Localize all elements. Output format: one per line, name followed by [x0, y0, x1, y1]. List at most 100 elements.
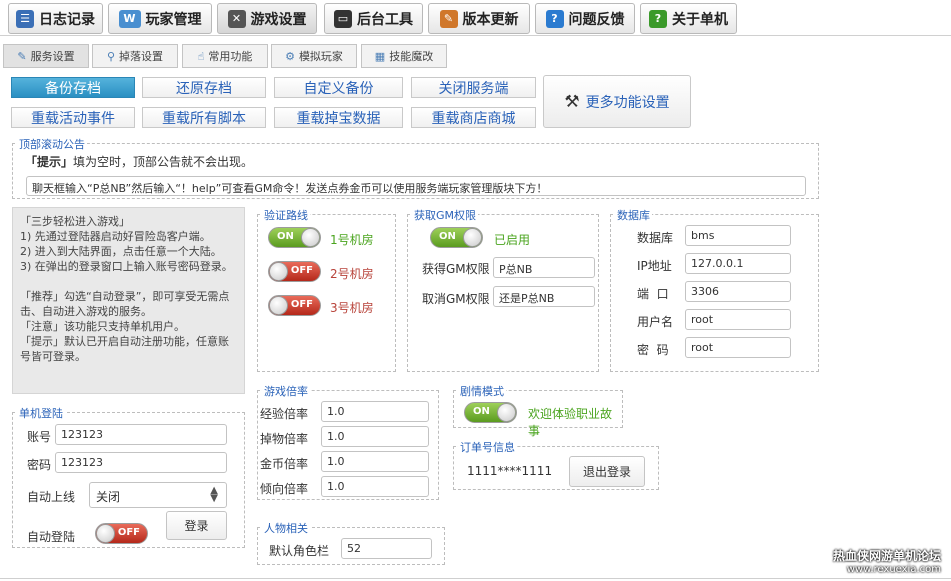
password-input[interactable]: 123123 [55, 452, 227, 473]
player-card-icon: W [118, 9, 141, 28]
login-button[interactable]: 登录 [166, 511, 227, 540]
tools-icon: ⚒ [564, 91, 580, 112]
announcement-hint: 「提示」填为空时，顶部公告就不会出现。 [25, 153, 253, 170]
auto-online-select[interactable]: 关闭 ▲ ▼ [89, 482, 227, 508]
account-label: 账号 [27, 430, 52, 444]
exp-rate-label: 经验倍率 [260, 407, 309, 421]
gold-rate-input[interactable]: 1.0 [321, 451, 429, 472]
guide-line: 「推荐」勾选“自动登录”，即可享受无需点击、自动进入游戏的服务。 [20, 290, 230, 318]
account-input[interactable]: 123123 [55, 424, 227, 445]
auto-login-toggle[interactable]: OFF [95, 523, 148, 544]
subtab-common-functions[interactable]: ☝ 常用功能 [182, 44, 268, 68]
toggle-knob [497, 403, 516, 422]
tab-label: 关于单机 [672, 11, 728, 28]
gm-toggle[interactable]: ON [430, 227, 483, 248]
tab-game-settings[interactable]: ✕ 游戏设置 [217, 3, 317, 34]
route-1-toggle[interactable]: ON [268, 227, 321, 248]
gm-get-input[interactable]: P总NB [493, 257, 595, 278]
subtab-service-settings[interactable]: ✎ 服务设置 [3, 44, 89, 68]
logout-button[interactable]: 退出登录 [569, 456, 645, 487]
close-server-button[interactable]: 关闭服务端 [411, 77, 536, 98]
gm-cancel-input[interactable]: 还是P总NB [493, 286, 595, 307]
hint-text: 填为空时，顶部公告就不会出现。 [73, 155, 254, 169]
tab-label: 日志记录 [39, 11, 95, 28]
db-ip-label: IP地址 [637, 259, 672, 273]
db-name-label: 数据库 [637, 231, 674, 245]
route-3-label: 3号机房 [330, 301, 374, 315]
db-port-label: 端 口 [637, 287, 669, 301]
gold-rate-label: 金币倍率 [260, 457, 309, 471]
database-section: 数据库 数据库 bms IP地址 127.0.0.1 端 口 3306 用户名 … [610, 207, 819, 372]
drop-rate-label: 掉物倍率 [260, 432, 309, 446]
section-legend: 剧情模式 [458, 383, 506, 399]
service-icon: ✎ [17, 49, 27, 63]
password-label: 密码 [27, 458, 52, 472]
route-section: 验证路线 ON 1号机房 OFF 2号机房 OFF 3号机房 [257, 207, 396, 372]
wrench-icon: ✕ [227, 9, 246, 28]
subtab-label: 掉落设置 [119, 50, 164, 63]
story-mode-status: 欢迎体验职业故事 [528, 407, 613, 438]
announcement-section: 顶部滚动公告 「提示」填为空时，顶部公告就不会出现。 聊天框输入“P总NB”然后… [12, 136, 819, 199]
guide-line: 3) 在弹出的登录窗口上输入账号密码登录。 [20, 260, 233, 273]
exp-rate-input[interactable]: 1.0 [321, 401, 429, 422]
tab-players[interactable]: W 玩家管理 [108, 3, 212, 34]
subtab-label: 服务设置 [30, 50, 75, 63]
more-settings-label: 更多功能设置 [585, 94, 670, 111]
route-1-label: 1号机房 [330, 233, 374, 247]
tab-backend-tools[interactable]: ▭ 后台工具 [324, 3, 423, 34]
backup-button[interactable]: 备份存档 [11, 77, 135, 98]
order-section: 订单号信息 1111****1111 退出登录 [453, 439, 659, 490]
db-user-input[interactable]: root [685, 309, 791, 330]
subtab-simulate-players[interactable]: ⚙ 模拟玩家 [271, 44, 357, 68]
reload-events-button[interactable]: 重载活动事件 [11, 107, 135, 128]
select-arrows-icon: ▲ ▼ [210, 485, 218, 504]
tab-label: 问题反馈 [568, 11, 625, 28]
reload-drops-button[interactable]: 重载掉宝数据 [274, 107, 403, 128]
section-legend: 游戏倍率 [262, 383, 310, 399]
login-section: 单机登陆 账号 123123 密码 123123 自动上线 关闭 ▲ ▼ 自动登陆… [12, 405, 245, 548]
story-mode-toggle[interactable]: ON [464, 402, 517, 423]
db-ip-input[interactable]: 127.0.0.1 [685, 253, 791, 274]
tab-log[interactable]: ☰ 日志记录 [8, 3, 103, 34]
help-icon: ? [649, 9, 667, 28]
gm-get-label: 获得GM权限 [422, 262, 490, 276]
default-slots-input[interactable]: 52 [341, 538, 432, 559]
db-password-label: 密 码 [637, 343, 669, 357]
tendency-rate-input[interactable]: 1.0 [321, 476, 429, 497]
route-3-toggle[interactable]: OFF [268, 295, 321, 316]
watermark-url: www.rexuexia.com [846, 564, 941, 575]
subtab-label: 常用功能 [208, 50, 253, 63]
custom-backup-button[interactable]: 自定义备份 [274, 77, 403, 98]
tab-version-update[interactable]: ✎ 版本更新 [428, 3, 530, 34]
subtab-skill-mods[interactable]: ▦ 技能魔改 [361, 44, 447, 68]
update-icon: ✎ [439, 9, 458, 28]
search-icon: ⚲ [106, 49, 116, 63]
section-legend: 单机登陆 [17, 405, 65, 421]
tab-label: 玩家管理 [145, 11, 202, 28]
default-slots-label: 默认角色栏 [269, 544, 330, 558]
reload-scripts-button[interactable]: 重载所有脚本 [142, 107, 266, 128]
order-number: 1111****1111 [467, 464, 553, 478]
db-port-input[interactable]: 3306 [685, 281, 791, 302]
route-2-toggle[interactable]: OFF [268, 261, 321, 282]
db-name-input[interactable]: bms [685, 225, 791, 246]
auto-login-label: 自动登陆 [27, 530, 76, 544]
restore-button[interactable]: 还原存档 [142, 77, 266, 98]
section-legend: 订单号信息 [458, 439, 517, 455]
reload-shop-button[interactable]: 重载商店商城 [411, 107, 536, 128]
tab-about[interactable]: ? 关于单机 [640, 3, 737, 34]
subtab-drop-settings[interactable]: ⚲ 掉落设置 [92, 44, 178, 68]
more-settings-button[interactable]: ⚒ 更多功能设置 [543, 75, 691, 128]
log-icon: ☰ [16, 9, 34, 28]
subtab-label: 模拟玩家 [298, 50, 343, 63]
divider [0, 578, 951, 579]
toggle-knob [269, 262, 288, 281]
gm-cancel-label: 取消GM权限 [422, 292, 490, 306]
drop-rate-input[interactable]: 1.0 [321, 426, 429, 447]
gm-status: 已启用 [494, 233, 531, 247]
db-password-input[interactable]: root [685, 337, 791, 358]
tab-feedback[interactable]: ? 问题反馈 [535, 3, 635, 34]
announcement-input[interactable]: 聊天框输入“P总NB”然后输入“！help”可查看GM命令！发送点券金币可以使用… [26, 176, 806, 196]
guide-box: 「三步轻松进入游戏」 1) 先通过登陆器启动好冒险岛客户端。 2) 进入到大陆界… [12, 207, 245, 394]
guide-line: 「注意」该功能只支持单机用户。 [20, 320, 185, 333]
